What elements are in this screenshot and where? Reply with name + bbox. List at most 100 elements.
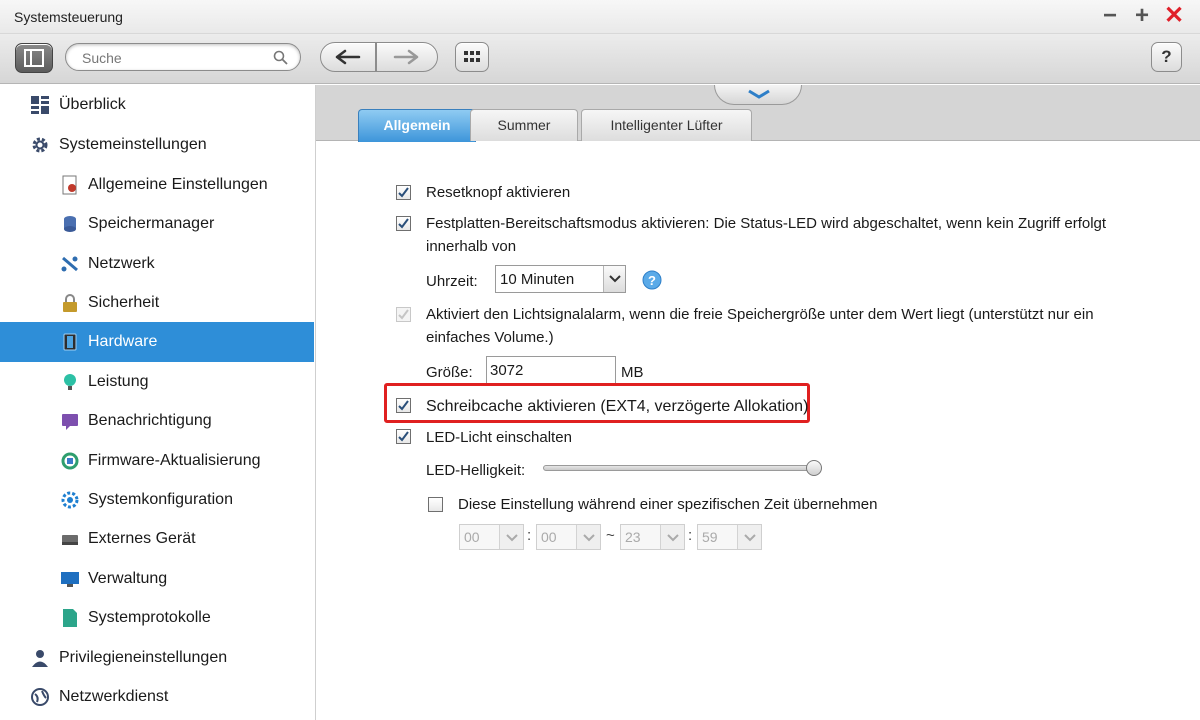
schedule-checkbox[interactable] [428, 497, 443, 512]
checkmark-icon [398, 218, 409, 229]
sidebar-item-speichermanager[interactable]: Speichermanager [0, 204, 314, 244]
write-cache-checkbox[interactable] [396, 398, 411, 413]
network-icon [61, 256, 78, 272]
sidebar-item-verwaltung[interactable]: Verwaltung [0, 559, 314, 599]
bulb-icon [64, 374, 76, 390]
log-icon [63, 609, 77, 627]
sidebar-item-label: Hardware [88, 333, 158, 350]
overview-icon [31, 96, 49, 114]
toolbar: ? [0, 34, 1200, 84]
monitor-icon [61, 572, 79, 587]
colon-separator: : [688, 527, 693, 544]
light-alarm-checkbox[interactable] [396, 307, 411, 322]
end-minute-select[interactable]: 59 [697, 524, 762, 550]
search-input[interactable] [82, 49, 262, 67]
sidebar-item-label: Systemkonfiguration [88, 491, 233, 508]
search-field[interactable] [65, 43, 301, 71]
chevron-down-icon [744, 534, 756, 542]
sidebar-item-label: Netzwerk [88, 255, 155, 272]
led-brightness-thumb[interactable] [806, 460, 822, 476]
arrow-left-icon [335, 49, 361, 65]
chevron-down-icon [667, 534, 679, 542]
led-brightness-track[interactable] [543, 465, 820, 471]
sidebar-item-externes-geraet[interactable]: Externes Gerät [0, 519, 314, 559]
sidebar-item-systemeinstellungen[interactable]: Systemeinstellungen [0, 125, 314, 165]
chevron-down-icon [748, 89, 770, 99]
firmware-icon [61, 452, 79, 470]
external-device-icon [62, 535, 78, 545]
sidebar-item-hardware[interactable]: Hardware [0, 322, 314, 362]
collapse-toggle[interactable] [714, 85, 802, 105]
start-hour-select[interactable]: 00 [459, 524, 524, 550]
sidebar-item-ueberblick[interactable]: Überblick [0, 85, 314, 125]
back-button[interactable] [320, 42, 376, 72]
help-icon[interactable]: ? [642, 270, 662, 290]
search-icon [273, 50, 288, 65]
led-brightness-label: LED-Helligkeit: [426, 462, 526, 479]
reset-button-label: Resetknopf aktivieren [426, 184, 571, 201]
sidebar-item-label: Netzwerkdienst [59, 688, 169, 705]
size-label: Größe: [426, 364, 473, 381]
standby-checkbox[interactable] [396, 216, 411, 231]
checkmark-icon [398, 187, 409, 198]
tab-intelligenter-luefter[interactable]: Intelligenter Lüfter [581, 109, 752, 141]
sidebar-item-leistung[interactable]: Leistung [0, 362, 314, 402]
sidebar-item-systemprotokolle[interactable]: Systemprotokolle [0, 598, 314, 638]
sidebar-item-label: Firmware-Aktualisierung [88, 452, 261, 469]
checkmark-icon [398, 400, 409, 411]
arrow-right-icon [393, 49, 419, 65]
sidebar-item-sicherheit[interactable]: Sicherheit [0, 283, 314, 323]
lock-icon [63, 294, 77, 312]
sidebar-item-label: Allgemeine Einstellungen [88, 176, 268, 193]
close-button[interactable]: ✕ [1162, 4, 1186, 28]
sidebar-item-netzwerkdienst[interactable]: Netzwerkdienst [0, 677, 314, 717]
sidebar-item-systemkonfiguration[interactable]: Systemkonfiguration [0, 480, 314, 520]
layout-icon [24, 49, 44, 67]
sidebar-item-label: Leistung [88, 373, 149, 390]
sidebar-item-label: Externes Gerät [88, 530, 196, 547]
end-hour-value: 23 [625, 529, 641, 545]
size-unit: MB [621, 364, 644, 381]
sidebar-item-label: Privilegieneinstellungen [59, 649, 228, 666]
help-button[interactable]: ? [1151, 42, 1182, 72]
sidebar-item-label: Überblick [59, 96, 126, 113]
window-title: Systemsteuerung [14, 9, 123, 25]
dropdown-arrow [499, 525, 523, 549]
tab-bar: Allgemein Summer Intelligenter Lüfter [316, 85, 1200, 142]
sidebar-item-netzwerk[interactable]: Netzwerk [0, 244, 314, 284]
tilde-separator: ~ [606, 527, 615, 544]
reset-button-checkbox[interactable] [396, 185, 411, 200]
led-label: LED-Licht einschalten [426, 429, 572, 446]
standby-label: Festplatten-Bereitschaftsmodus aktiviere… [426, 215, 1107, 255]
main-panel: Allgemein Summer Intelligenter Lüfter Re… [316, 85, 1200, 720]
end-hour-select[interactable]: 23 [620, 524, 685, 550]
sysconfig-icon [61, 491, 79, 509]
sidebar-item-label: Benachrichtigung [88, 412, 212, 429]
sidebar-item-privilegieneinstellungen[interactable]: Privilegieneinstellungen [0, 638, 314, 678]
minimize-button[interactable]: − [1098, 4, 1122, 28]
light-alarm-label: Aktiviert den Lichtsignalalarm, wenn die… [426, 306, 1094, 346]
sidebar-item-label: Speichermanager [88, 215, 215, 232]
sidebar-toggle-button[interactable] [15, 43, 53, 73]
apps-button[interactable] [455, 42, 489, 72]
end-minute-value: 59 [702, 529, 718, 545]
forward-button[interactable] [376, 42, 438, 72]
maximize-button[interactable]: + [1130, 4, 1154, 28]
sidebar-item-label: Systemprotokolle [88, 609, 211, 626]
user-icon [32, 650, 48, 667]
chevron-down-icon [609, 275, 621, 283]
chevron-down-icon [583, 534, 595, 542]
sidebar: Überblick Systemeinstellungen Allgemeine… [0, 85, 316, 720]
sidebar-item-benachrichtigung[interactable]: Benachrichtigung [0, 401, 314, 441]
led-checkbox[interactable] [396, 429, 411, 444]
tab-summer[interactable]: Summer [470, 109, 578, 141]
hardware-icon [63, 333, 77, 351]
sidebar-item-allgemeine-einstellungen[interactable]: Allgemeine Einstellungen [0, 165, 314, 205]
tab-allgemein[interactable]: Allgemein [358, 109, 476, 142]
size-input[interactable]: 3072 [486, 356, 616, 384]
checkmark-icon [398, 309, 409, 320]
sidebar-item-firmware-aktualisierung[interactable]: Firmware-Aktualisierung [0, 441, 314, 481]
standby-time-select[interactable]: 10 Minuten [495, 265, 626, 293]
standby-time-value: 10 Minuten [500, 271, 575, 288]
start-minute-select[interactable]: 00 [536, 524, 601, 550]
